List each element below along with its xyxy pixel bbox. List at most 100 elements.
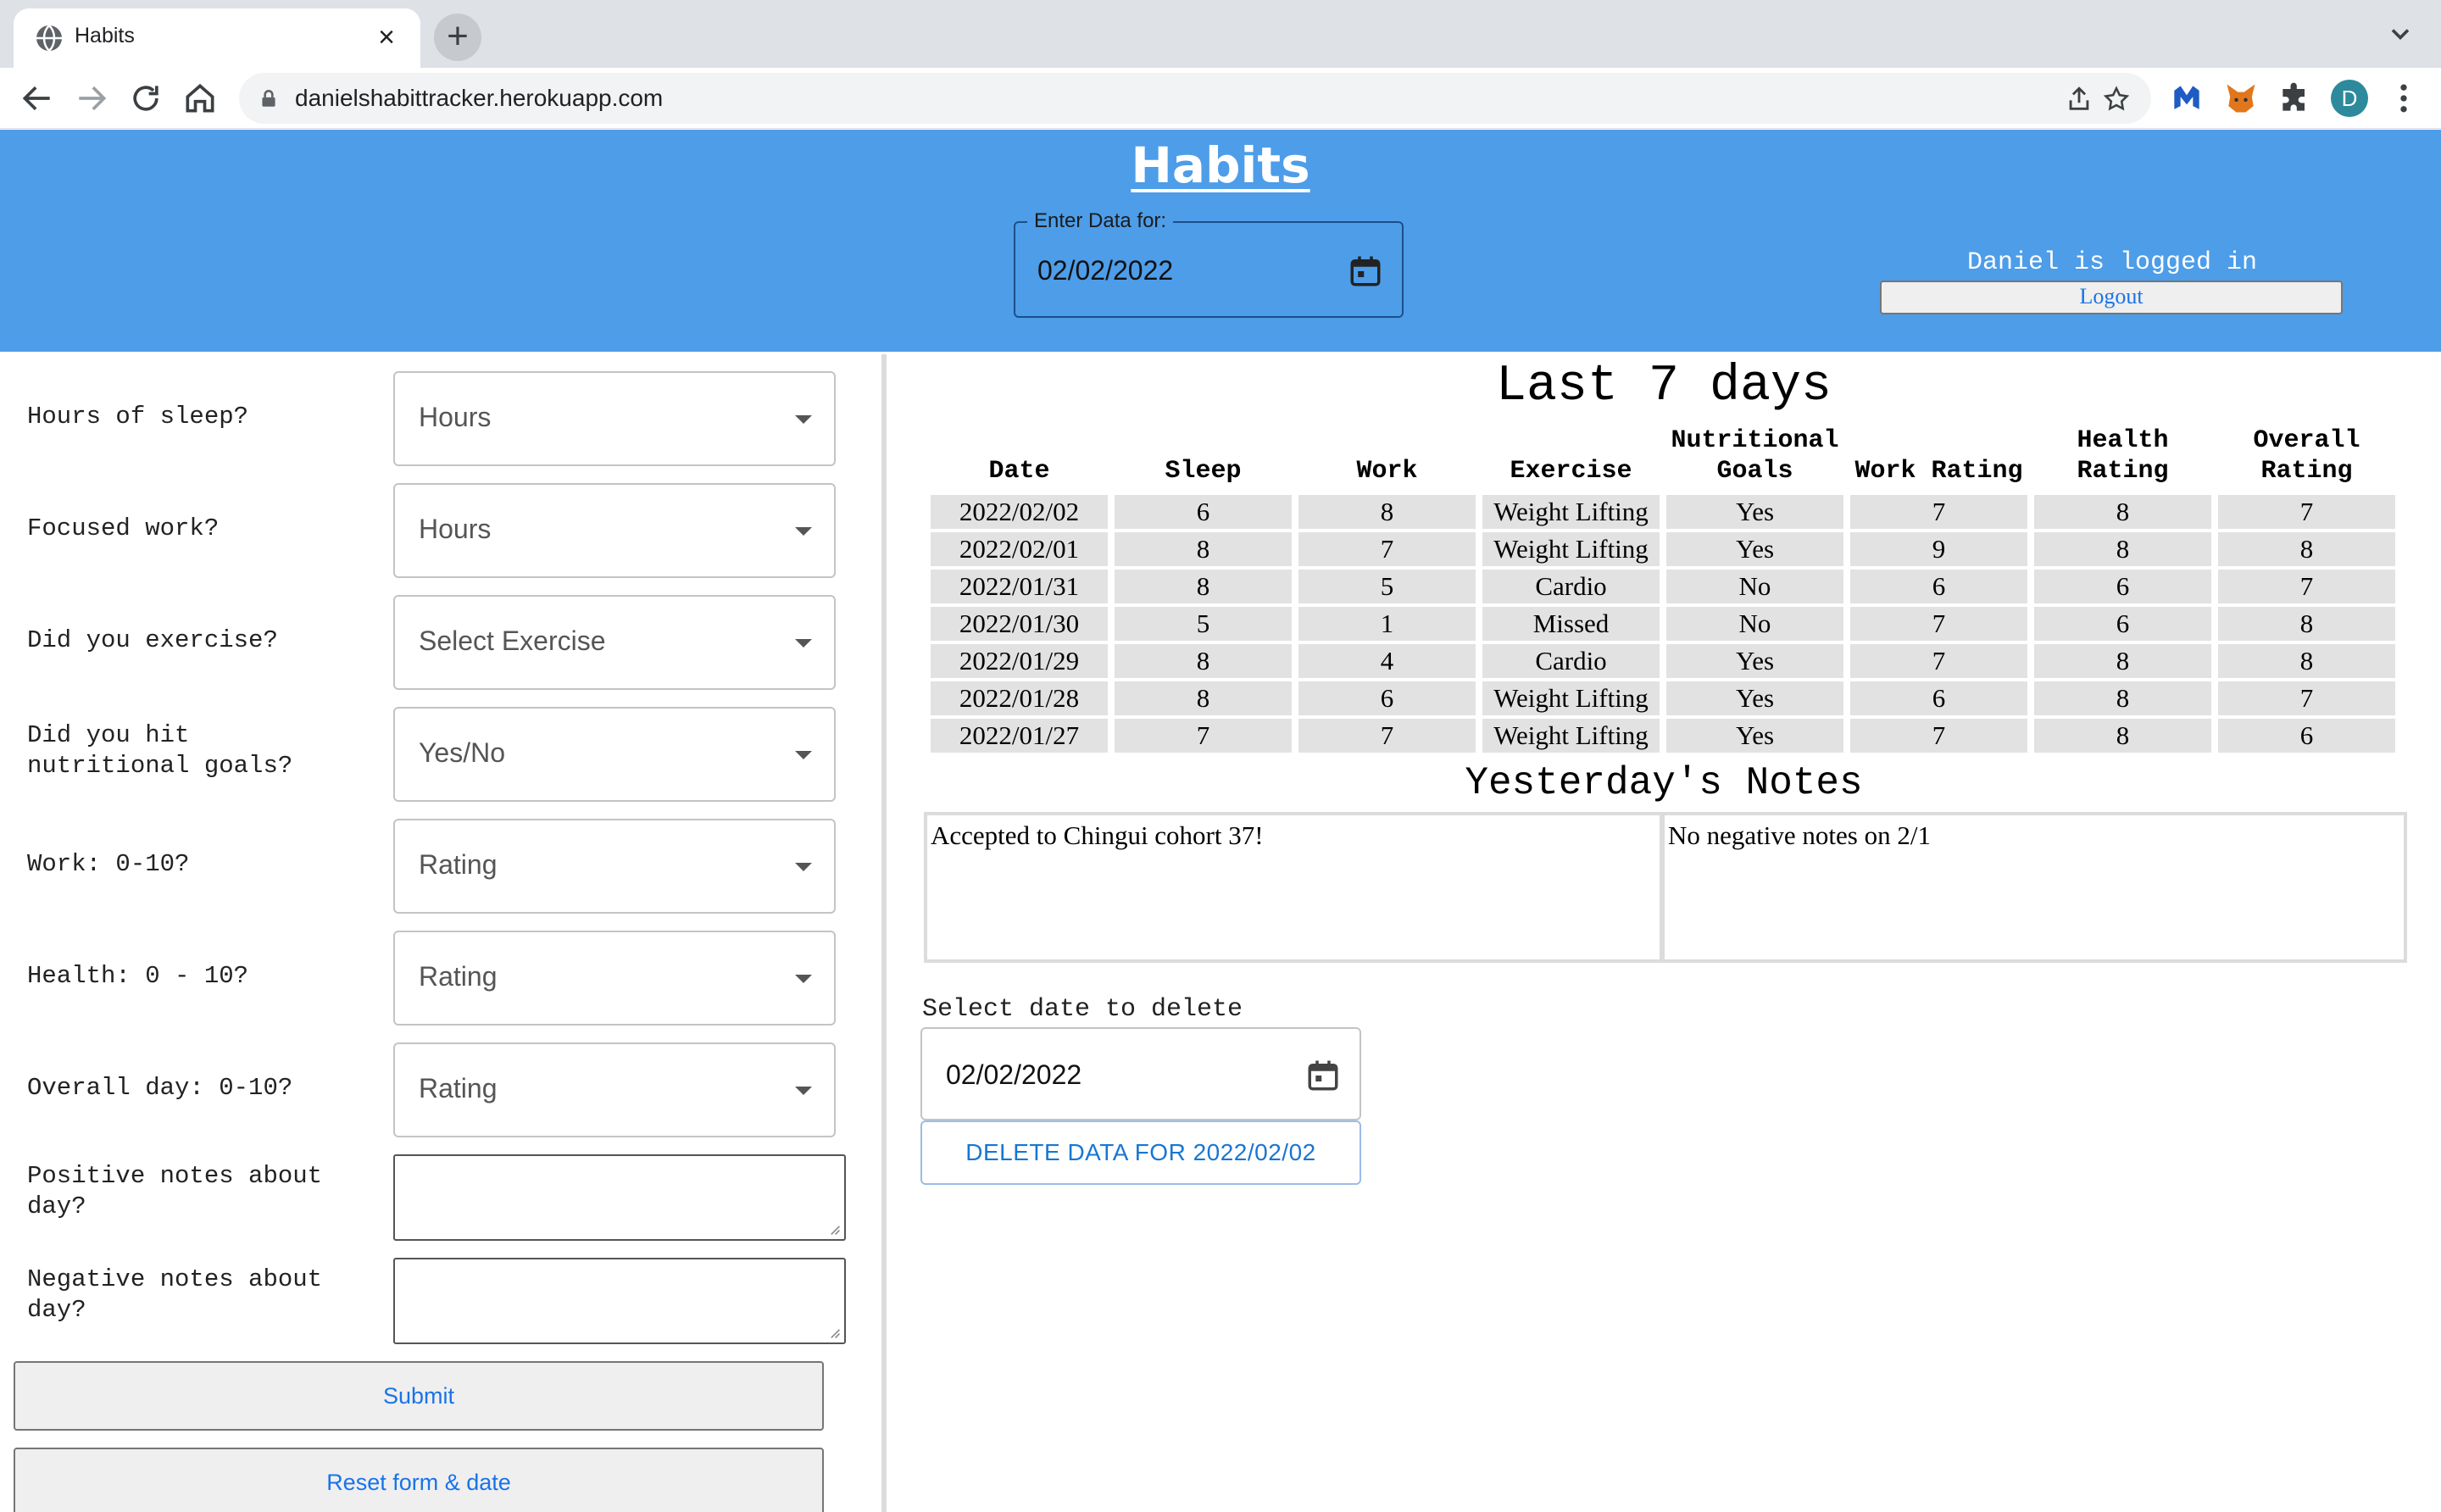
negative-notes-label: Negative notes about day? (27, 1265, 323, 1324)
entry-date-value[interactable]: 02/02/2022 (1037, 255, 1173, 286)
delete-date-label: Select date to delete (922, 995, 1243, 1024)
calendar-icon[interactable] (1305, 1058, 1341, 1093)
table-cell: 4 (1298, 644, 1476, 678)
table-cell: 2022/01/28 (931, 681, 1108, 715)
notes-title: Yesterday's Notes (1465, 761, 1863, 805)
chevron-down-icon[interactable] (2385, 19, 2416, 49)
table-cell: 6 (2218, 719, 2395, 753)
positive-notes-textarea[interactable] (393, 1154, 846, 1241)
resize-grip-icon[interactable] (827, 1222, 841, 1236)
table-cell: 2022/02/01 (931, 532, 1108, 566)
table-cell: Yes (1666, 532, 1843, 566)
health-rating-select[interactable]: Rating (393, 931, 836, 1026)
table-cell: 7 (1850, 607, 2027, 641)
table-cell: 8 (2218, 644, 2395, 678)
table-row: 2022/01/27 7 7 Weight Lifting Yes 7 8 6 (931, 719, 2395, 753)
profile-avatar[interactable]: D (2331, 80, 2368, 117)
metamask-fox-icon[interactable] (2222, 80, 2260, 117)
delete-date-picker[interactable]: 02/02/2022 (920, 1027, 1361, 1120)
kebab-menu-icon[interactable] (2385, 80, 2422, 117)
table-header-row: Date Sleep Work Exercise Nutritional Goa… (931, 425, 2395, 492)
table-cell: 8 (1115, 681, 1292, 715)
table-cell: 8 (2034, 719, 2211, 753)
extensions-puzzle-icon[interactable] (2277, 80, 2314, 117)
back-arrow-icon[interactable] (19, 80, 56, 117)
exercise-select-value: Select Exercise (419, 625, 606, 656)
column-header: Overall Rating (2253, 426, 2360, 486)
table-cell: 7 (2218, 570, 2395, 603)
overall-rating-select[interactable]: Rating (393, 1042, 836, 1137)
malwarebytes-extension-icon[interactable] (2168, 80, 2205, 117)
table-cell: No (1666, 570, 1843, 603)
home-icon[interactable] (181, 80, 219, 117)
browser-tabstrip: Habits × + (0, 0, 2441, 68)
reset-form-button[interactable]: Reset form & date (14, 1448, 824, 1512)
overall-rating-select-value: Rating (419, 1073, 498, 1103)
table-row: 2022/01/29 8 4 Cardio Yes 7 8 8 (931, 644, 2395, 678)
column-header: Work (1356, 457, 1418, 486)
table-cell: 2022/01/29 (931, 644, 1108, 678)
table-cell: 7 (2218, 681, 2395, 715)
sleep-select[interactable]: Hours (393, 371, 836, 466)
resize-grip-icon[interactable] (827, 1326, 841, 1339)
history-title: Last 7 days (1495, 358, 1832, 415)
tab-title: Habits (75, 24, 135, 47)
table-cell: 6 (1850, 570, 2027, 603)
table-cell: 5 (1298, 570, 1476, 603)
table-cell: 8 (1115, 532, 1292, 566)
entry-date-label: Enter Data for: (1027, 209, 1174, 233)
new-tab-button[interactable]: + (434, 14, 481, 61)
url-text[interactable]: danielshabittracker.herokuapp.com (295, 85, 663, 112)
entry-date-picker[interactable]: Enter Data for: 02/02/2022 (1014, 209, 1404, 318)
column-header: Nutritional Goals (1671, 426, 1839, 486)
delete-date-value[interactable]: 02/02/2022 (946, 1059, 1081, 1091)
close-tab-icon[interactable]: × (368, 19, 405, 56)
positive-notes-label: Positive notes about day? (27, 1162, 323, 1220)
exercise-label: Did you exercise? (27, 626, 278, 654)
table-cell: Weight Lifting (1482, 719, 1660, 753)
negative-notes-textarea[interactable] (393, 1258, 846, 1344)
forward-arrow-icon[interactable] (73, 80, 110, 117)
nutrition-select[interactable]: Yes/No (393, 707, 836, 802)
work-hours-select[interactable]: Hours (393, 483, 836, 578)
notes-panel: Accepted to Chingui cohort 37! No negati… (924, 812, 2407, 963)
browser-tab[interactable]: Habits × (14, 8, 420, 68)
logout-button[interactable]: Logout (1880, 281, 2343, 314)
table-cell: 7 (1850, 495, 2027, 529)
table-cell: Missed (1482, 607, 1660, 641)
table-row: 2022/01/31 8 5 Cardio No 6 6 7 (931, 570, 2395, 603)
table-cell: 8 (2218, 607, 2395, 641)
lock-icon[interactable] (258, 87, 280, 109)
delete-data-button[interactable]: DELETE DATA FOR 2022/02/02 (920, 1120, 1361, 1185)
table-cell: 7 (1115, 719, 1292, 753)
table-cell: 6 (1298, 681, 1476, 715)
column-header: Exercise (1510, 457, 1632, 486)
table-cell: 1 (1298, 607, 1476, 641)
dropdown-caret-icon (795, 415, 812, 424)
table-cell: Weight Lifting (1482, 681, 1660, 715)
exercise-select[interactable]: Select Exercise (393, 595, 836, 690)
table-cell: No (1666, 607, 1843, 641)
bookmark-star-icon[interactable] (2102, 85, 2131, 114)
page-title[interactable]: Habits (0, 136, 2441, 194)
work-rating-select[interactable]: Rating (393, 819, 836, 914)
calendar-icon[interactable] (1348, 253, 1383, 289)
work-hours-select-value: Hours (419, 514, 492, 544)
table-cell: 2022/01/30 (931, 607, 1108, 641)
table-cell: 7 (1298, 532, 1476, 566)
work-hours-label: Focused work? (27, 514, 220, 542)
nutrition-label: Did you hit nutritional goals? (27, 721, 293, 780)
work-rating-select-value: Rating (419, 849, 498, 880)
column-header: Date (988, 457, 1050, 486)
submit-button[interactable]: Submit (14, 1361, 824, 1431)
sleep-label: Hours of sleep? (27, 403, 249, 431)
table-cell: Weight Lifting (1482, 495, 1660, 529)
reload-icon[interactable] (127, 80, 164, 117)
nutrition-select-value: Yes/No (419, 737, 505, 768)
table-cell: Yes (1666, 681, 1843, 715)
share-icon[interactable] (2065, 85, 2093, 114)
address-bar[interactable]: danielshabittracker.herokuapp.com (239, 73, 2151, 124)
table-row: 2022/02/02 6 8 Weight Lifting Yes 7 8 7 (931, 495, 2395, 529)
table-cell: 8 (2034, 495, 2211, 529)
column-header: Health Rating (2077, 426, 2169, 486)
